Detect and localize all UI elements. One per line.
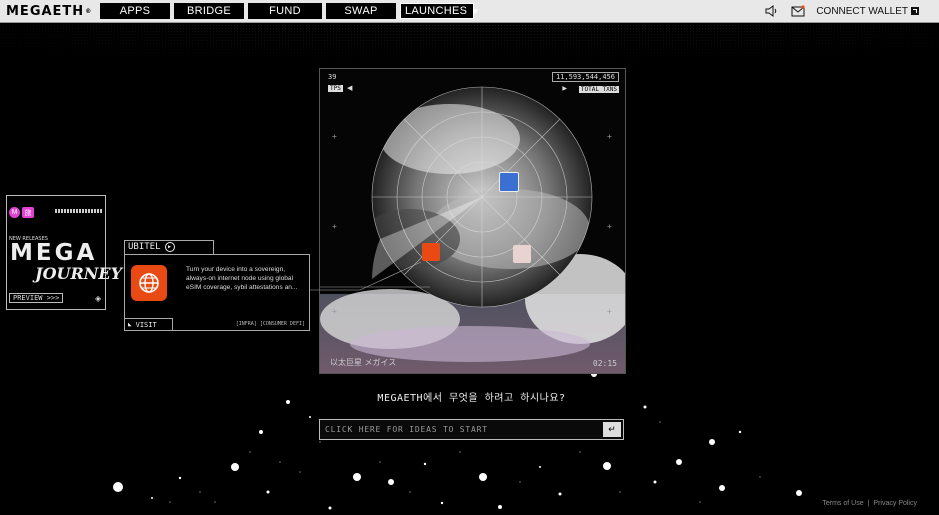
dotted-bar (55, 209, 103, 213)
privacy-link[interactable]: Privacy Policy (873, 500, 917, 507)
app-description: Turn your device into a sovereign, alway… (186, 266, 298, 291)
idea-search-bar[interactable]: ↵ (319, 419, 624, 440)
app-card-tab[interactable]: UBITEL ▶ (124, 240, 214, 254)
release-title-journey: JOURNEY (35, 264, 122, 283)
play-icon[interactable]: ▶ (164, 241, 175, 252)
footer-links: Terms of Use | Privacy Policy (822, 500, 917, 507)
release-title-mega: MEGA (10, 240, 98, 266)
visit-arrow-icon: ◣ (128, 321, 132, 328)
new-releases-card[interactable]: M 旅 NEW RELEASES MEGA JOURNEY PREVIEW >>… (6, 195, 122, 310)
app-name: UBITEL (128, 242, 161, 252)
preview-button[interactable]: PREVIEW >>> (9, 293, 64, 303)
terms-link[interactable]: Terms of Use (822, 500, 863, 507)
diamond-icon: ◈ (95, 294, 102, 303)
visit-button[interactable]: ◣ VISIT (125, 318, 173, 330)
m-badge-icon: M (9, 207, 20, 218)
footer-separator: | (867, 500, 870, 507)
ubitel-app-card[interactable]: Turn your device into a sovereign, alway… (124, 254, 310, 331)
release-badges: M 旅 (9, 207, 34, 218)
idea-input[interactable] (320, 424, 603, 435)
globe-icon (131, 265, 167, 301)
prompt-question: MEGAETH에서 무엇을 하려고 하시나요? (377, 393, 566, 404)
visit-label: VISIT (135, 320, 157, 329)
app-tags: [INFRA] [CONSUMER DEFI] (235, 321, 305, 327)
enter-button[interactable]: ↵ (603, 422, 621, 437)
kanji-badge-icon: 旅 (22, 207, 34, 218)
